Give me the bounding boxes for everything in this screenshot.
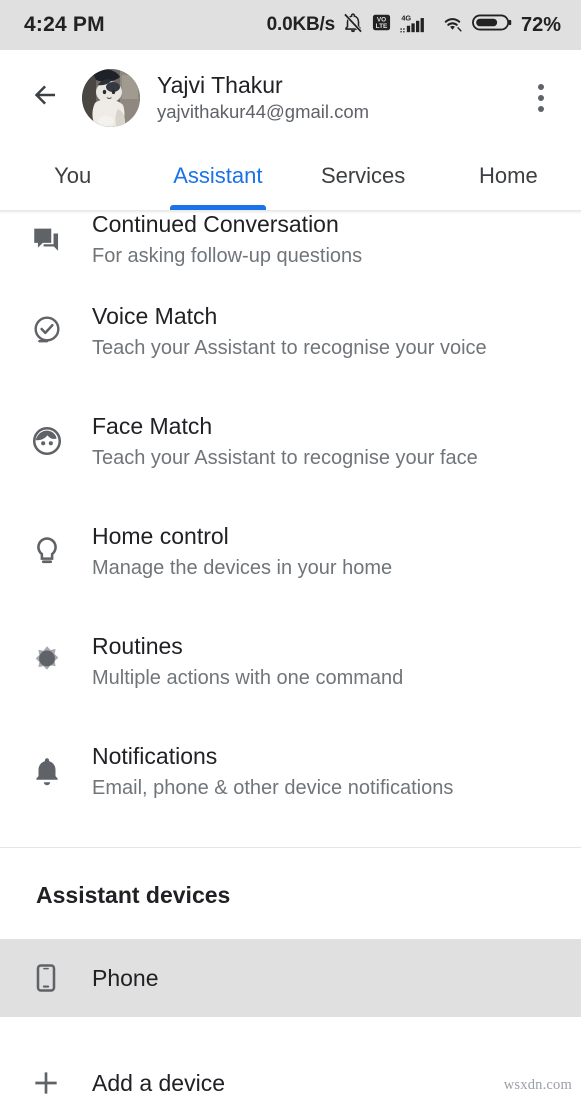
svg-text:LTE: LTE: [376, 23, 388, 30]
list-item-subtitle: For asking follow-up questions: [92, 244, 363, 267]
wifi-icon: [440, 12, 465, 39]
list-item-routines[interactable]: Routines Multiple actions with one comma…: [0, 618, 581, 728]
device-row-phone[interactable]: Phone: [0, 939, 581, 1017]
tab-assistant[interactable]: Assistant: [145, 145, 290, 210]
list-item-title: Home control: [92, 523, 229, 549]
list-item-text: Home control Manage the devices in your …: [92, 508, 392, 581]
device-label: Phone: [92, 964, 159, 991]
status-bar-clock: 4:24 PM: [24, 13, 105, 36]
avatar[interactable]: [82, 68, 140, 127]
device-label: Add a device: [92, 1069, 225, 1096]
list-item-subtitle: Teach your Assistant to recognise your f…: [92, 446, 478, 469]
list-item-text: Face Match Teach your Assistant to recog…: [92, 398, 478, 471]
record-voice-check-icon: [30, 288, 76, 348]
list-item-continued-conversation[interactable]: Continued Conversation For asking follow…: [0, 210, 581, 288]
forum-icon: [30, 210, 76, 257]
arrow-left-icon: [30, 80, 60, 115]
brightness-routines-icon: [30, 618, 76, 678]
bell-icon: [30, 728, 76, 788]
back-button[interactable]: [22, 75, 68, 121]
list-item-subtitle: Email, phone & other device notification…: [92, 776, 454, 799]
more-vertical-icon-dot: [538, 105, 544, 112]
smartphone-icon: [30, 962, 76, 994]
svg-text:4G: 4G: [401, 13, 411, 22]
list-item-voice-match[interactable]: Voice Match Teach your Assistant to reco…: [0, 288, 581, 398]
list-item-home-control[interactable]: Home control Manage the devices in your …: [0, 508, 581, 618]
list-item-notifications[interactable]: Notifications Email, phone & other devic…: [0, 728, 581, 838]
battery-icon: [472, 12, 512, 38]
more-vertical-icon-dot: [538, 94, 544, 101]
list-item-subtitle: Multiple actions with one command: [92, 666, 404, 689]
account-name: Yajvi Thakur: [157, 71, 283, 98]
list-item-subtitle: Manage the devices in your home: [92, 556, 393, 579]
overflow-menu-button[interactable]: [519, 74, 563, 122]
list-item-title: Notifications: [92, 743, 218, 769]
tab-label: Home: [479, 162, 538, 188]
battery-percent-label: 72%: [520, 13, 561, 36]
volte-icon: VO LTE: [371, 12, 392, 38]
notifications-off-icon: [342, 12, 364, 39]
list-item-text: Notifications Email, phone & other devic…: [92, 728, 453, 801]
list-item-title: Continued Conversation: [92, 211, 339, 237]
app-bar: Yajvi Thakur yajvithakur44@gmail.com: [0, 50, 581, 145]
plus-icon: [30, 1067, 76, 1099]
list-item-text: Voice Match Teach your Assistant to reco…: [92, 288, 487, 361]
tab-label: Services: [320, 162, 406, 188]
status-bar: 4:24 PM 0.0KB/s VO LTE 4G 72%: [0, 0, 581, 50]
list-item-face-match[interactable]: Face Match Teach your Assistant to recog…: [0, 398, 581, 508]
device-row-add-a-device[interactable]: Add a device: [0, 1044, 581, 1102]
tab-bar: You Assistant Services Home: [0, 145, 581, 210]
settings-scroll-area[interactable]: Continued Conversation For asking follow…: [0, 210, 581, 1102]
status-bar-icons: 0.0KB/s VO LTE 4G 72%: [267, 12, 561, 39]
more-vertical-icon-dot: [538, 83, 544, 90]
tab-home[interactable]: Home: [436, 145, 581, 210]
list-item-title: Routines: [92, 633, 183, 659]
phone-screen: 4:24 PM 0.0KB/s VO LTE 4G 72% Yajvi Thak…: [0, 0, 581, 1102]
network-speed-label: 0.0KB/s: [266, 14, 336, 35]
user-avatar-photo: [82, 68, 140, 127]
list-item-text: Routines Multiple actions with one comma…: [92, 618, 403, 691]
tab-you[interactable]: You: [0, 145, 145, 210]
list-item-title: Face Match: [92, 413, 213, 439]
list-item-title: Voice Match: [92, 303, 218, 329]
face-icon: [30, 398, 76, 458]
account-email: yajvithakur44@gmail.com: [157, 101, 370, 123]
list-item-subtitle: Teach your Assistant to recognise your v…: [92, 336, 487, 359]
tab-label: You: [54, 162, 92, 188]
tab-label: Assistant: [173, 162, 263, 188]
account-info[interactable]: Yajvi Thakur yajvithakur44@gmail.com: [157, 72, 369, 124]
list-item-text: Continued Conversation For asking follow…: [92, 210, 362, 269]
lightbulb-icon: [30, 508, 76, 568]
signal-4g-icon: 4G: [399, 12, 433, 39]
section-header-assistant-devices: Assistant devices: [36, 882, 231, 908]
tab-services[interactable]: Services: [291, 145, 436, 210]
watermark: wsxdn.com: [503, 1077, 572, 1093]
